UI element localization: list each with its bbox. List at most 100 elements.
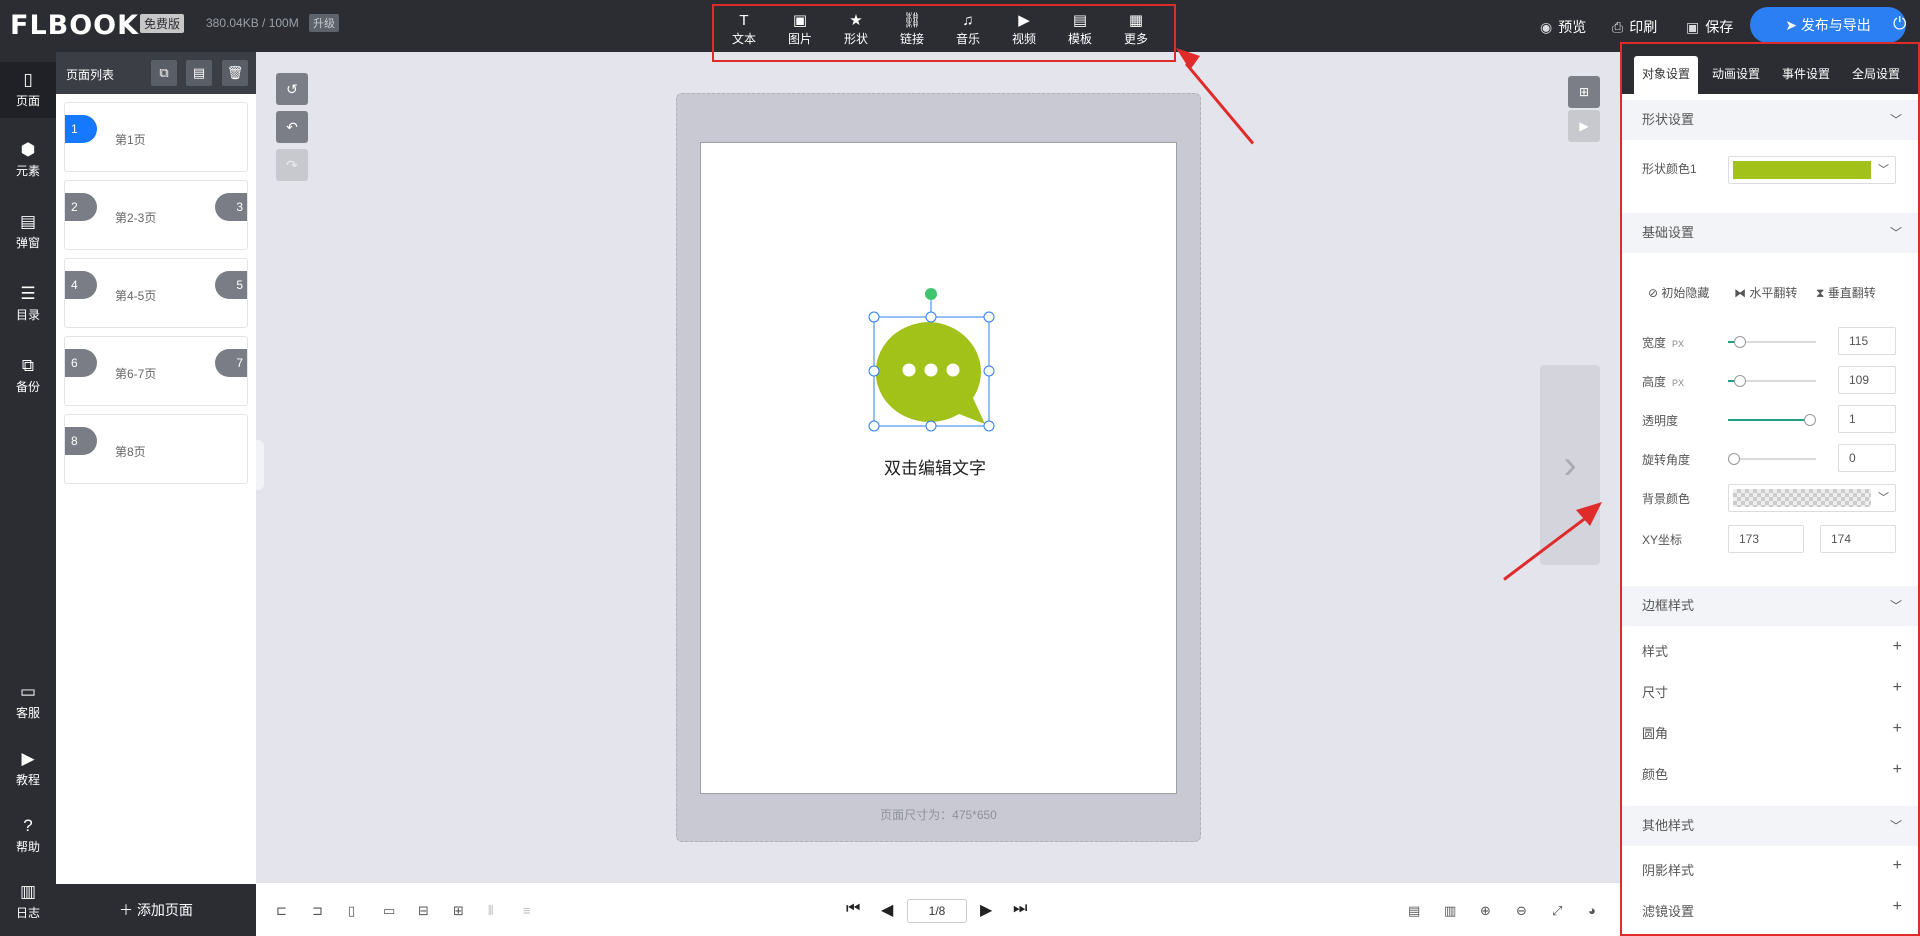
add-page-view-button[interactable]: ⊞ — [1568, 76, 1600, 108]
align-middle-icon[interactable]: ⊟ — [418, 903, 429, 919]
nav-service[interactable]: ▭ 客服 — [0, 682, 56, 721]
opacity-input[interactable]: 1 — [1838, 405, 1896, 433]
rotation-slider[interactable] — [1728, 453, 1816, 465]
shape-settings-header[interactable]: 形状设置 ﹀ — [1622, 100, 1918, 140]
align-bottom-icon[interactable]: ⊞ — [453, 903, 464, 919]
background-color-picker[interactable]: ﹀ — [1728, 484, 1896, 512]
power-icon[interactable]: ⏻ — [1893, 14, 1906, 34]
tool-link[interactable]: ⛓ 链接 — [892, 12, 932, 47]
tool-shape[interactable]: ★ 形状 — [836, 12, 876, 47]
duplicate-page-button[interactable]: ▤ — [186, 60, 212, 86]
tool-music[interactable]: ♫ 音乐 — [948, 12, 988, 47]
align-right-icon[interactable]: ▯ — [348, 903, 355, 919]
tool-more[interactable]: ▦ 更多 — [1116, 12, 1156, 47]
border-style-row[interactable]: 样式 — [1642, 641, 1668, 660]
distribute-v-icon[interactable]: ≡ — [523, 903, 531, 918]
plus-icon[interactable]: + — [1893, 638, 1902, 656]
settings-icon[interactable]: ◕ — [1588, 903, 1596, 918]
x-coordinate-input[interactable]: 173 — [1728, 525, 1804, 553]
page-card-8[interactable]: 8 第8页 — [64, 414, 248, 484]
tool-video[interactable]: ▶ 视频 — [1004, 12, 1044, 47]
single-page-icon[interactable]: ▤ — [1408, 903, 1420, 919]
prev-page-button[interactable]: ◀ — [881, 900, 893, 920]
distribute-h-icon[interactable]: ⫴ — [488, 903, 493, 919]
slider-knob[interactable] — [1734, 375, 1746, 387]
tab-event-settings[interactable]: 事件设置 — [1774, 56, 1838, 94]
plus-icon[interactable]: + — [1893, 720, 1902, 738]
slider-knob[interactable] — [1804, 414, 1816, 426]
last-page-button[interactable]: ⏭ — [1013, 900, 1027, 918]
plus-icon[interactable]: + — [1893, 857, 1902, 875]
plus-icon[interactable]: + — [1893, 679, 1902, 697]
zoom-out-icon[interactable]: ⊖ — [1516, 903, 1527, 919]
next-page-arrow[interactable]: › — [1540, 365, 1600, 565]
nav-catalog[interactable]: ☰ 目录 — [0, 284, 56, 323]
width-slider[interactable] — [1728, 336, 1816, 348]
upgrade-button[interactable]: 升级 — [309, 14, 339, 32]
next-page-button[interactable]: ▶ — [980, 900, 992, 920]
preview-button[interactable]: ◉ 预览 — [1540, 17, 1586, 37]
plus-icon[interactable]: + — [1893, 761, 1902, 779]
basic-settings-header[interactable]: 基础设置 ﹀ — [1622, 213, 1918, 253]
tool-text[interactable]: T 文本 — [724, 12, 764, 47]
plus-icon[interactable]: + — [1893, 898, 1902, 916]
first-page-button[interactable]: ⏮ — [846, 900, 860, 918]
page-card-4-5[interactable]: 4 第4-5页 5 — [64, 258, 248, 328]
publish-export-button[interactable]: ➤ 发布与导出 — [1750, 7, 1906, 43]
page-card-1[interactable]: 1 第1页 — [64, 102, 248, 172]
tab-object-settings[interactable]: 对象设置 — [1634, 56, 1698, 94]
tool-image[interactable]: ▣ 图片 — [780, 12, 820, 47]
nav-elements[interactable]: ⬢ 元素 — [0, 140, 56, 179]
tab-animation-settings[interactable]: 动画设置 — [1704, 56, 1768, 94]
history-button[interactable]: ↺ — [276, 73, 308, 105]
selected-shape[interactable] — [868, 286, 998, 432]
flip-vertical-toggle[interactable]: ⧗ 垂直翻转 — [1816, 284, 1876, 301]
width-input[interactable]: 115 — [1838, 327, 1896, 355]
filter-settings-row[interactable]: 滤镜设置 — [1642, 901, 1694, 920]
y-coordinate-input[interactable]: 174 — [1820, 525, 1896, 553]
height-slider[interactable] — [1728, 375, 1816, 387]
slider-knob[interactable] — [1728, 453, 1740, 465]
initial-hidden-toggle[interactable]: ⊘ 初始隐藏 — [1648, 284, 1709, 301]
border-color-row[interactable]: 颜色 — [1642, 764, 1668, 783]
redo-button[interactable]: ↷ — [276, 149, 308, 181]
nav-log[interactable]: ▥ 日志 — [0, 882, 56, 921]
delete-page-button[interactable]: 🗑 — [222, 60, 248, 86]
page-card-6-7[interactable]: 6 第6-7页 7 — [64, 336, 248, 406]
play-preview-button[interactable]: ▶ — [1568, 110, 1600, 142]
page-indicator-input[interactable]: 1/8 — [907, 899, 967, 923]
border-size-row[interactable]: 尺寸 — [1642, 682, 1668, 701]
zoom-in-icon[interactable]: ⊕ — [1480, 903, 1491, 919]
page-card-2-3[interactable]: 2 第2-3页 3 — [64, 180, 248, 250]
nav-tutorial[interactable]: ▶ 教程 — [0, 749, 56, 788]
nav-page[interactable]: ▯ 页面 — [0, 62, 56, 118]
opacity-slider[interactable] — [1728, 414, 1816, 426]
align-left-icon[interactable]: ⊏ — [276, 903, 287, 919]
tool-template[interactable]: ▤ 模板 — [1060, 12, 1100, 47]
print-button[interactable]: ⎙ 印刷 — [1612, 17, 1657, 37]
double-page-icon[interactable]: ▥ — [1444, 903, 1456, 919]
nav-backup[interactable]: ⧉ 备份 — [0, 356, 56, 395]
tab-global-settings[interactable]: 全局设置 — [1844, 56, 1908, 94]
shape-color-picker[interactable]: ﹀ — [1728, 156, 1896, 184]
nav-popup[interactable]: ▤ 弹窗 — [0, 212, 56, 251]
rotation-input[interactable]: 0 — [1838, 444, 1896, 472]
collapse-panel-handle[interactable] — [256, 440, 264, 490]
border-radius-row[interactable]: 圆角 — [1642, 723, 1668, 742]
save-button[interactable]: ▣ 保存 — [1686, 17, 1733, 37]
slider-knob[interactable] — [1734, 336, 1746, 348]
align-top-icon[interactable]: ▭ — [383, 903, 395, 919]
nav-help[interactable]: ? 帮助 — [0, 816, 56, 855]
shadow-style-row[interactable]: 阴影样式 — [1642, 860, 1694, 879]
height-input[interactable]: 109 — [1838, 366, 1896, 394]
text-element[interactable]: 双击编辑文字 — [860, 454, 1010, 479]
align-center-icon[interactable]: ⊐ — [312, 903, 323, 919]
rotate-handle[interactable] — [925, 288, 937, 300]
copy-page-button[interactable]: ⧉ — [151, 60, 177, 86]
other-style-header[interactable]: 其他样式 ﹀ — [1622, 806, 1918, 846]
border-style-header[interactable]: 边框样式 ﹀ — [1622, 586, 1918, 626]
flip-horizontal-toggle[interactable]: ⧓ 水平翻转 — [1734, 284, 1797, 301]
add-page-button[interactable]: ＋ 添加页面 — [56, 884, 256, 936]
undo-button[interactable]: ↶ — [276, 111, 308, 143]
fit-screen-icon[interactable]: ⤢ — [1552, 903, 1562, 919]
